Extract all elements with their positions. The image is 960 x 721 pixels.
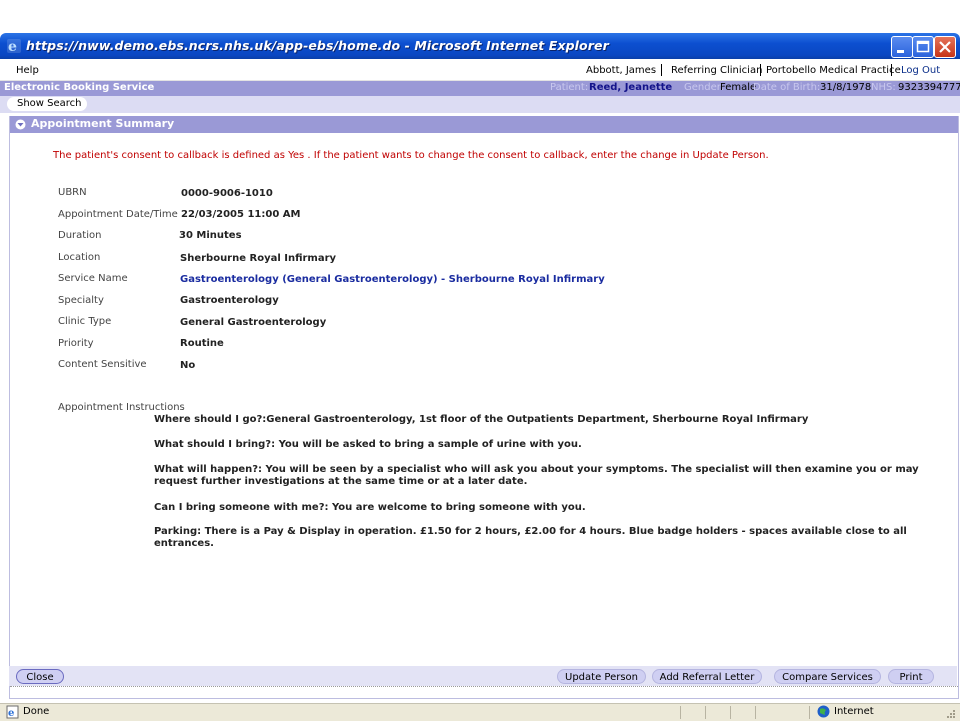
service-name-link[interactable]: Gastroenterology (General Gastroenterolo… (180, 274, 605, 285)
separator (891, 64, 892, 76)
close-window-button[interactable] (934, 36, 956, 58)
status-divider (705, 706, 706, 719)
instruction-where: Where should I go?:General Gastroenterol… (154, 414, 809, 425)
user-practice: Portobello Medical Practice (766, 65, 901, 76)
ubrn-value: 0000-9006-1010 (181, 188, 273, 199)
service-name-label: Service Name (58, 273, 128, 284)
separator (661, 64, 662, 76)
gender-label: Gender: (684, 82, 725, 93)
svg-text:e: e (8, 39, 17, 54)
location-label: Location (58, 252, 101, 263)
user-role: Referring Clinician (671, 65, 763, 76)
section-title: Appointment Summary (31, 117, 175, 130)
status-bar: e Done Internet (0, 703, 960, 721)
patient-label: Patient: (550, 82, 589, 93)
location-value: Sherbourne Royal Infirmary (180, 253, 337, 264)
section-header[interactable]: Appointment Summary (10, 116, 958, 133)
duration-value: 30 Minutes (179, 230, 242, 241)
action-bar: Close Update Person Add Referral Letter … (9, 666, 957, 686)
page-done-icon: e (6, 705, 19, 719)
divider (10, 686, 958, 687)
menu-bar: Help Abbott, James Referring Clinician P… (0, 60, 960, 81)
zone-text: Internet (834, 706, 874, 717)
maximize-button[interactable] (912, 36, 934, 58)
status-divider (680, 706, 681, 719)
status-divider (730, 706, 731, 719)
duration-label: Duration (58, 230, 102, 241)
patient-name: Reed, Jeanette (589, 82, 673, 93)
minimize-icon (897, 50, 904, 53)
content-sensitive-value: No (180, 360, 196, 371)
instruction-bring: What should I bring?: You will be asked … (154, 439, 582, 450)
appointment-instructions-label: Appointment Instructions (58, 402, 185, 413)
browser-window: e https://nww.demo.ebs.ncrs.nhs.uk/app-e… (0, 33, 960, 721)
user-name: Abbott, James (586, 65, 657, 76)
help-menu[interactable]: Help (16, 65, 39, 76)
ubrn-label: UBRN (58, 187, 87, 198)
instruction-parking: Parking: There is a Pay & Display in ope… (154, 526, 907, 549)
title-bar[interactable]: e https://nww.demo.ebs.ncrs.nhs.uk/app-e… (0, 33, 960, 59)
content-sensitive-label: Content Sensitive (58, 359, 147, 370)
close-button[interactable]: Close (16, 669, 64, 684)
patient-banner: Electronic Booking Service Patient: Reed… (0, 81, 960, 96)
priority-label: Priority (58, 338, 94, 349)
appointment-datetime-value: 22/03/2005 11:00 AM (181, 209, 301, 220)
priority-value: Routine (180, 338, 224, 349)
internet-zone-icon (817, 705, 830, 718)
compare-services-button[interactable]: Compare Services (774, 669, 881, 684)
instruction-companion: Can I bring someone with me?: You are we… (154, 502, 586, 513)
clinic-type-label: Clinic Type (58, 316, 112, 327)
print-button[interactable]: Print (888, 669, 934, 684)
window-title: https://nww.demo.ebs.ncrs.nhs.uk/app-ebs… (26, 38, 609, 53)
dob-label: Date of Birth: (753, 82, 821, 93)
separator (760, 64, 761, 76)
log-out-link[interactable]: Log Out (901, 65, 940, 76)
specialty-label: Specialty (58, 295, 104, 306)
internet-explorer-icon: e (7, 39, 21, 54)
nhs-number: 9323394777 (898, 82, 960, 93)
svg-text:e: e (8, 708, 14, 719)
nhs-label: NHS: (871, 82, 896, 93)
specialty-value: Gastroenterology (180, 295, 279, 306)
collapse-icon[interactable] (15, 119, 26, 130)
status-divider (809, 706, 810, 719)
gender-value: Female (720, 82, 757, 93)
appointment-summary-panel: Appointment Summary The patient's consen… (9, 116, 959, 699)
close-icon (939, 41, 951, 53)
search-bar: Show Search (0, 96, 960, 113)
resize-grip-icon[interactable] (944, 707, 956, 719)
add-referral-letter-button[interactable]: Add Referral Letter (652, 669, 762, 684)
minimize-button[interactable] (891, 36, 913, 58)
status-text: Done (23, 706, 50, 717)
app-title: Electronic Booking Service (4, 82, 155, 93)
instruction-what-happens: What will happen?: You will be seen by a… (154, 464, 919, 487)
clinic-type-value: General Gastroenterology (180, 317, 327, 328)
status-divider (755, 706, 756, 719)
appointment-datetime-label: Appointment Date/Time (58, 209, 178, 220)
update-person-button[interactable]: Update Person (557, 669, 646, 684)
show-search-button[interactable]: Show Search (7, 97, 87, 111)
maximize-icon (916, 40, 930, 53)
consent-message: The patient's consent to callback is def… (53, 150, 769, 161)
dob-value: 31/8/1978 (820, 82, 872, 93)
